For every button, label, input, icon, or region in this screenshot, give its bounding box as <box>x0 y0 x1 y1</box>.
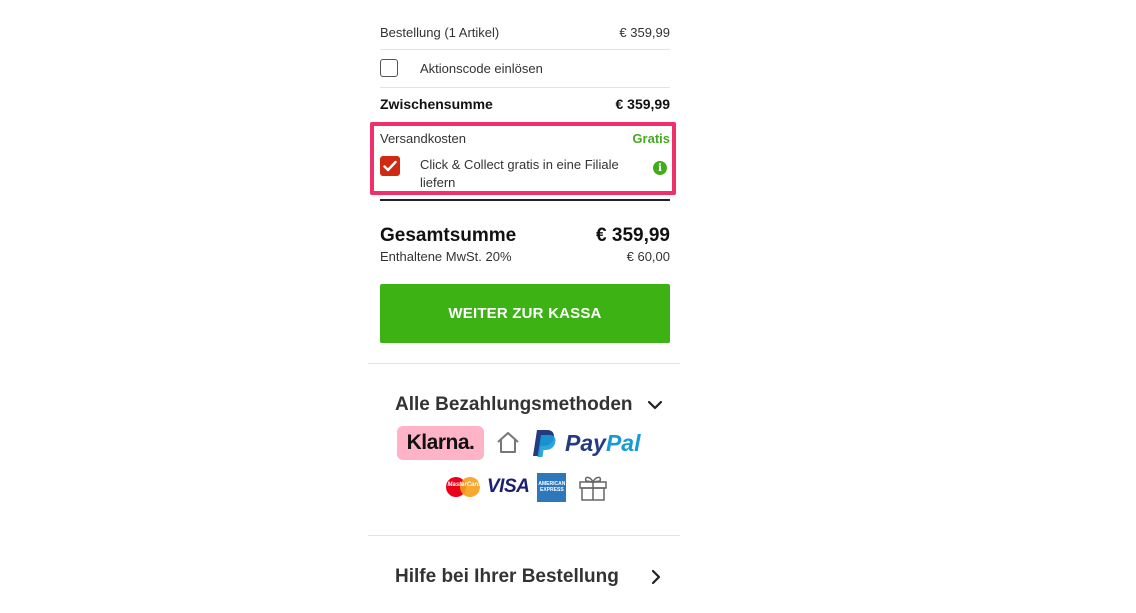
checkout-button[interactable]: WEITER ZUR KASSA <box>380 284 670 343</box>
section-divider <box>368 535 680 536</box>
divider <box>380 87 670 88</box>
click-collect-line1: Click & Collect gratis in eine Filiale <box>420 157 619 172</box>
klarna-logo: Klarna. <box>397 426 484 460</box>
vat-label: Enthaltene MwSt. 20% <box>380 248 512 264</box>
click-collect-label[interactable]: Click & Collect gratis in eine Filiale l… <box>420 156 650 192</box>
subtotal-label: Zwischensumme <box>380 96 493 112</box>
paypal-logo: Pay Pal <box>531 428 640 458</box>
promo-code-label[interactable]: Aktionscode einlösen <box>420 61 543 76</box>
shipping-value: Gratis <box>632 130 670 146</box>
amex-text-2: EXPRESS <box>540 487 564 493</box>
mastercard-logo: MasterCard <box>446 475 482 499</box>
total-value: € 359,99 <box>596 225 670 246</box>
payment-logos-row-1: Klarna. Pay Pal <box>397 425 640 461</box>
checkmark-icon <box>383 160 397 172</box>
divider <box>380 49 670 50</box>
order-help-title: Hilfe bei Ihrer Bestellung <box>395 566 619 587</box>
home-icon <box>497 432 519 453</box>
click-collect-option[interactable]: Click & Collect gratis in eine Filiale l… <box>380 156 670 194</box>
order-label: Bestellung (1 Artikel) <box>380 24 500 40</box>
shipping-row: Versandkosten Gratis <box>380 129 670 147</box>
shipping-label: Versandkosten <box>380 130 467 146</box>
info-icon[interactable]: i <box>653 161 667 175</box>
order-row: Bestellung (1 Artikel) € 359,99 <box>380 22 670 42</box>
paypal-text-pal: Pal <box>605 429 641 456</box>
chevron-right-icon <box>651 569 661 585</box>
payment-logos-row-2: MasterCard VISA AMERICAN EXPRESS <box>446 471 608 503</box>
subtotal-row: Zwischensumme € 359,99 <box>380 94 670 114</box>
total-row: Gesamtsumme € 359,99 <box>380 224 670 248</box>
mastercard-text: MasterCard <box>447 482 481 488</box>
visa-logo: VISA <box>487 476 530 497</box>
gift-card-icon <box>579 476 608 501</box>
vat-value: € 60,00 <box>626 248 670 264</box>
order-help-link[interactable]: Hilfe bei Ihrer Bestellung <box>395 565 673 589</box>
amex-logo: AMERICAN EXPRESS <box>537 472 567 502</box>
click-collect-line2: liefern <box>420 175 456 190</box>
vat-row: Enthaltene MwSt. 20% € 60,00 <box>380 247 670 265</box>
chevron-down-icon <box>647 400 663 410</box>
total-label: Gesamtsumme <box>380 225 517 246</box>
payment-methods-toggle[interactable]: Alle Bezahlungsmethoden <box>395 393 673 417</box>
promo-code-row[interactable]: Aktionscode einlösen <box>380 58 670 78</box>
order-value: € 359,99 <box>619 24 670 40</box>
click-collect-checkbox[interactable] <box>380 156 400 176</box>
paypal-text-pay: Pay <box>565 429 606 456</box>
section-divider <box>368 363 680 364</box>
subtotal-value: € 359,99 <box>615 96 671 112</box>
paypal-mark-icon <box>533 430 556 457</box>
payment-methods-title: Alle Bezahlungsmethoden <box>395 394 633 415</box>
total-divider <box>380 199 670 201</box>
order-summary-panel: Bestellung (1 Artikel) € 359,99 Aktionsc… <box>368 0 680 613</box>
promo-code-checkbox[interactable] <box>380 59 398 77</box>
